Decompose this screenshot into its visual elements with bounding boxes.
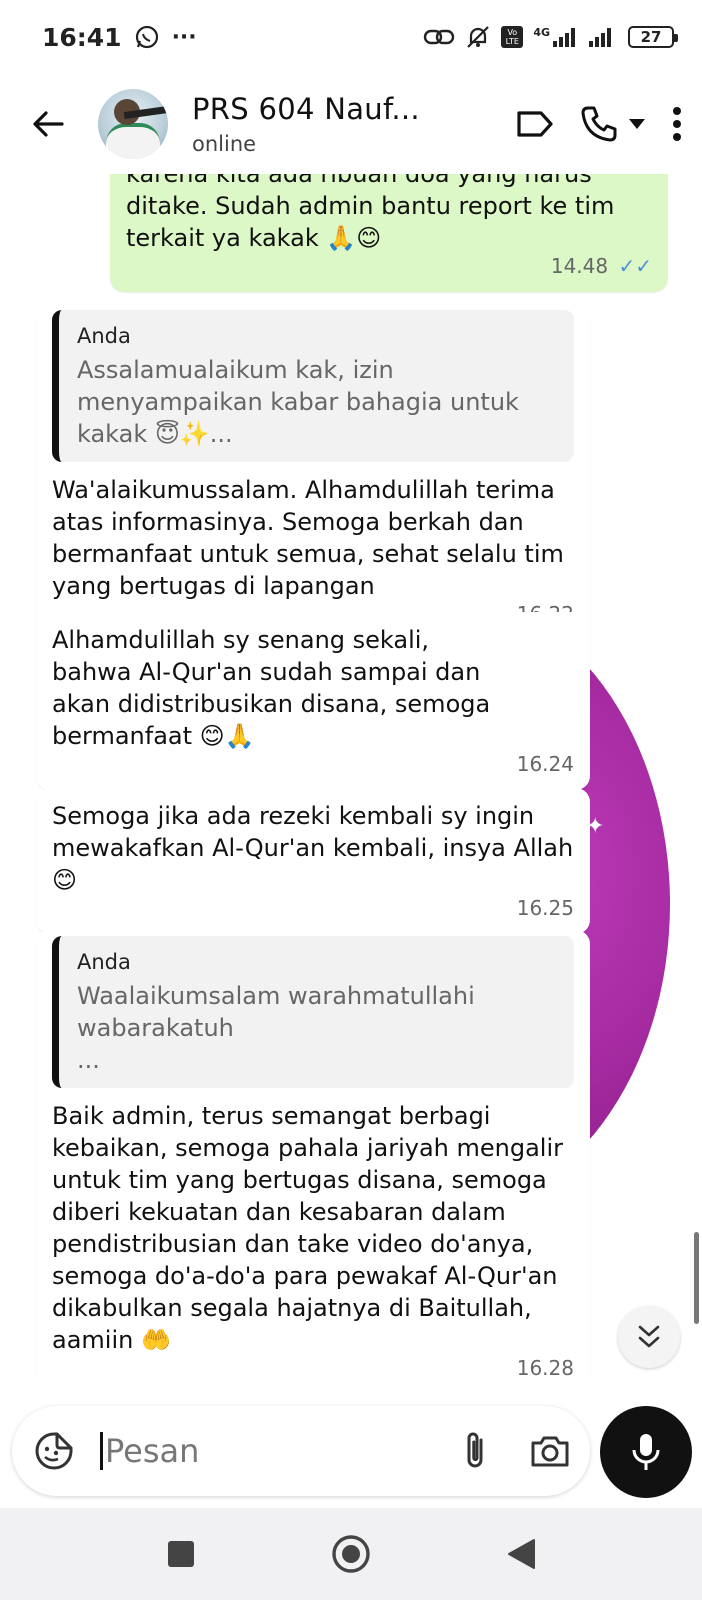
status-time: 16:41 xyxy=(42,22,122,52)
back-button[interactable] xyxy=(26,102,70,146)
message-bubble-incoming[interactable]: Anda Waalaikumsalam warahmatullahi wabar… xyxy=(36,930,590,1380)
volte-icon: Vo LTE xyxy=(501,26,524,48)
quote-text: Assalamualaikum kak, izin menyampaikan k… xyxy=(77,356,519,448)
battery-icon: 27 xyxy=(628,26,678,48)
compose-bar xyxy=(0,1390,702,1508)
contact-name: PRS 604 Nauf... xyxy=(192,92,420,126)
caret-down-icon xyxy=(629,119,645,129)
quote-author: Anda xyxy=(77,324,131,348)
message-meta: 16.28 xyxy=(52,1352,574,1380)
link-icon xyxy=(423,25,455,49)
message-bubble-incoming[interactable]: Semoga jika ada rezeki kembali sy ingin … xyxy=(36,788,590,934)
message-text: karena kita ada ribuan doa yang harus di… xyxy=(126,174,615,252)
scroll-to-bottom-button[interactable] xyxy=(618,1306,680,1368)
more-notifications-icon: ··· xyxy=(171,24,197,50)
signal-4g-icon: 4G xyxy=(533,26,578,48)
arrow-left-icon xyxy=(33,111,64,137)
avatar[interactable] xyxy=(98,89,168,159)
chat-area[interactable]: ✦ ✦ karena kita ada ribuan doa yang haru… xyxy=(0,174,702,1380)
back-nav-button[interactable] xyxy=(496,1529,546,1579)
camera-icon xyxy=(531,1436,569,1467)
camera-button[interactable] xyxy=(530,1434,570,1468)
quote-text: Waalaikumsalam warahmatullahi wabarakatu… xyxy=(77,982,475,1074)
message-time: 16.25 xyxy=(516,896,574,920)
message-text: Wa'alaikumussalam. Alhamdulillah terima … xyxy=(52,476,564,600)
more-vert-icon xyxy=(673,107,681,141)
chat-header: PRS 604 Nauf... online xyxy=(0,74,702,174)
paperclip-icon xyxy=(467,1432,483,1468)
read-ticks-icon: ✓✓ xyxy=(618,254,652,278)
recents-button[interactable] xyxy=(156,1529,206,1579)
signal-icon xyxy=(588,26,618,48)
message-time: 16.24 xyxy=(516,752,574,776)
home-button[interactable] xyxy=(326,1529,376,1579)
message-time: 14.48 xyxy=(550,254,609,278)
mic-icon xyxy=(632,1434,660,1470)
system-nav-bar xyxy=(0,1508,702,1600)
message-text: Semoga jika ada rezeki kembali sy ingin … xyxy=(52,802,574,894)
call-button[interactable] xyxy=(580,105,618,143)
quote-author: Anda xyxy=(77,950,131,974)
sticker-button[interactable] xyxy=(34,1431,74,1471)
label-button[interactable] xyxy=(516,109,554,139)
bell-off-icon xyxy=(465,24,491,50)
call-options-dropdown[interactable] xyxy=(628,118,646,130)
scrollbar[interactable] xyxy=(694,1232,699,1324)
label-icon xyxy=(517,111,553,137)
attach-button[interactable] xyxy=(462,1430,488,1472)
more-options-button[interactable] xyxy=(672,106,682,142)
message-bubble-incoming[interactable]: Anda Assalamualaikum kak, izin menyampai… xyxy=(36,304,590,640)
message-bubble-outgoing[interactable]: karena kita ada ribuan doa yang harus di… xyxy=(110,174,668,292)
message-meta: 16.24 xyxy=(52,748,574,780)
message-input-container[interactable] xyxy=(12,1406,590,1496)
phone-icon xyxy=(581,106,617,142)
voice-record-button[interactable] xyxy=(600,1406,692,1498)
message-meta: 16.25 xyxy=(52,892,574,924)
message-bubble-incoming[interactable]: Alhamdulillah sy senang sekali, bahwa Al… xyxy=(36,612,590,790)
message-input[interactable] xyxy=(100,1432,400,1470)
quoted-message[interactable]: Anda Waalaikumsalam warahmatullahi wabar… xyxy=(52,936,574,1088)
circle-icon xyxy=(332,1535,370,1573)
square-icon xyxy=(168,1541,194,1567)
quoted-message[interactable]: Anda Assalamualaikum kak, izin menyampai… xyxy=(52,310,574,462)
contact-info[interactable]: PRS 604 Nauf... online xyxy=(192,92,420,156)
network-type-label: 4G xyxy=(533,26,550,39)
message-meta: 14.48 ✓✓ xyxy=(126,250,652,282)
whatsapp-icon xyxy=(134,24,160,50)
sticker-icon xyxy=(35,1432,73,1470)
message-text: Baik admin, terus semangat berbagi kebai… xyxy=(52,1102,563,1354)
message-time: 16.28 xyxy=(516,1356,574,1380)
double-chevron-down-icon xyxy=(638,1325,660,1348)
message-text: Alhamdulillah sy senang sekali, bahwa Al… xyxy=(52,626,491,750)
contact-status: online xyxy=(192,132,257,156)
status-bar: 16:41 ··· Vo LTE 4G 27 xyxy=(0,0,702,74)
triangle-back-icon xyxy=(508,1539,535,1569)
